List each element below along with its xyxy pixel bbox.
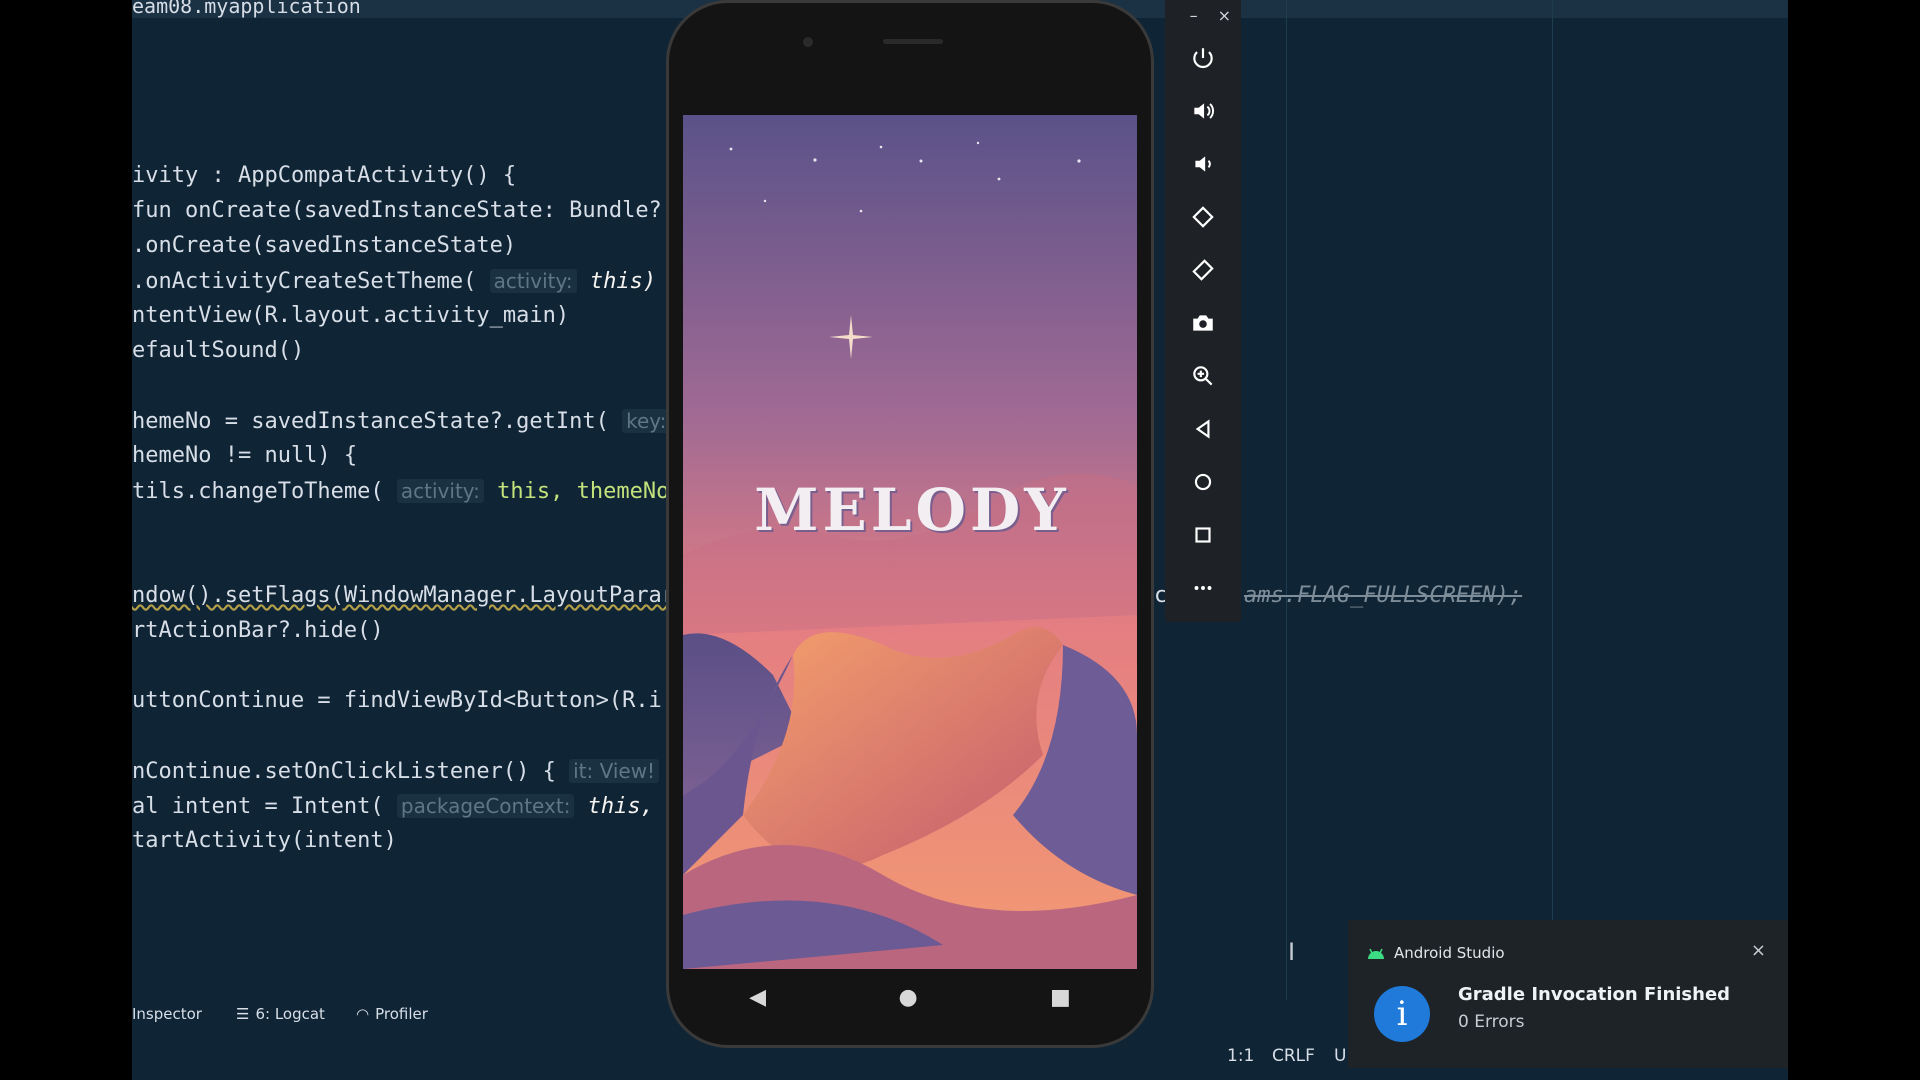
tool-profiler-label: Profiler (375, 1005, 428, 1023)
code-line: tartActivity(intent) (132, 828, 397, 853)
screenshot-button[interactable] (1165, 303, 1241, 343)
code-line: tils.changeToTheme( activity: this, them… (132, 479, 683, 504)
emulator-toolbar: – × (1165, 0, 1241, 622)
code-line: ivity : AppCompatActivity() { (132, 163, 517, 188)
editor-margin-line (1552, 0, 1553, 1000)
notification-title: Gradle Invocation Finished (1458, 984, 1731, 1005)
rotate-left-button[interactable] (1165, 197, 1241, 237)
volume-down-button[interactable] (1165, 144, 1241, 184)
back-icon (1195, 419, 1210, 439)
code-line: al intent = Intent( packageContext: this… (132, 794, 694, 819)
code-line: uttonContinue = findViewById<Button>(R.i… (132, 688, 676, 713)
tool-logcat-label: 6: Logcat (255, 1005, 325, 1023)
power-button[interactable] (1165, 38, 1241, 78)
info-icon: i (1374, 986, 1430, 1042)
more-button[interactable] (1165, 568, 1241, 608)
home-icon (1194, 473, 1212, 491)
volume-up-icon (1194, 103, 1214, 119)
status-line-separator[interactable]: CRLF (1272, 1046, 1315, 1066)
close-button[interactable]: × (1218, 6, 1231, 25)
notification-toast[interactable]: Android Studio × i Gradle Invocation Fin… (1348, 920, 1788, 1068)
notification-subtitle: 0 Errors (1458, 1012, 1525, 1032)
code-line: hemeNo = savedInstanceState?.getInt( key… (132, 405, 671, 437)
tool-inspector[interactable]: Inspector (132, 1005, 202, 1023)
nav-recents-icon[interactable]: ■ (1050, 985, 1071, 1010)
tool-profiler[interactable]: ◠ Profiler (356, 1005, 428, 1023)
code-line: .onActivityCreateSetTheme( activity: thi… (132, 269, 657, 294)
more-icon (1194, 586, 1212, 590)
tool-logcat[interactable]: ☰ 6: Logcat (236, 1005, 325, 1023)
text-cursor-icon: I (1288, 938, 1296, 966)
android-icon (1368, 948, 1384, 959)
home-button[interactable] (1165, 462, 1241, 502)
status-encoding[interactable]: U (1334, 1046, 1346, 1066)
rotate-right-icon (1192, 259, 1214, 281)
rotate-left-icon (1192, 206, 1214, 228)
rotate-right-button[interactable] (1165, 250, 1241, 290)
profiler-icon: ◠ (356, 1005, 370, 1023)
emulator-window-controls: – × (1190, 6, 1231, 25)
file-title: eam08.myapplication (132, 0, 361, 18)
code-line: efaultSound() (132, 338, 305, 363)
code-line: rtActionBar?.hide() (132, 618, 384, 643)
device-screen[interactable]: MELODY (683, 115, 1137, 969)
camera-icon (1193, 315, 1213, 331)
tool-inspector-label: Inspector (132, 1005, 202, 1023)
code-line: ndow().setFlags(WindowManager.LayoutPara… (132, 583, 676, 608)
back-button[interactable] (1165, 409, 1241, 449)
notification-app-name: Android Studio (1394, 944, 1505, 962)
nav-home-icon[interactable]: ● (898, 985, 917, 1010)
android-nav-bar: ◀ ● ■ (683, 969, 1137, 1025)
speaker-grille (883, 39, 943, 44)
minimize-button[interactable]: – (1190, 6, 1198, 25)
volume-up-button[interactable] (1165, 91, 1241, 131)
code-line: hemeNo != null) { (132, 443, 358, 468)
emulator-device-frame: MELODY ◀ ● ■ (666, 0, 1154, 1048)
editor-guide-line (1286, 0, 1287, 1000)
logcat-icon: ☰ (236, 1005, 250, 1023)
notification-close-button[interactable]: × (1751, 940, 1766, 961)
nav-back-icon[interactable]: ◀ (749, 985, 766, 1010)
app-logo-text: MELODY (754, 476, 1070, 544)
overview-icon (1195, 527, 1211, 543)
overview-button[interactable] (1165, 515, 1241, 555)
zoom-button[interactable] (1165, 356, 1241, 396)
status-caret-position[interactable]: 1:1 (1227, 1046, 1254, 1066)
code-overflow-text: ams.FLAG_FULLSCREEN); (1244, 583, 1523, 608)
zoom-icon (1193, 366, 1213, 386)
volume-down-icon (1195, 156, 1211, 172)
code-line: .onCreate(savedInstanceState) (132, 233, 517, 258)
camera-dot (803, 37, 813, 47)
power-icon (1193, 48, 1213, 69)
code-line: ntentView(R.layout.activity_main) (132, 303, 570, 328)
code-line: nContinue.setOnClickListener() { it: Vie… (132, 755, 660, 787)
code-line: fun onCreate(savedInstanceState: Bundle? (132, 198, 662, 223)
